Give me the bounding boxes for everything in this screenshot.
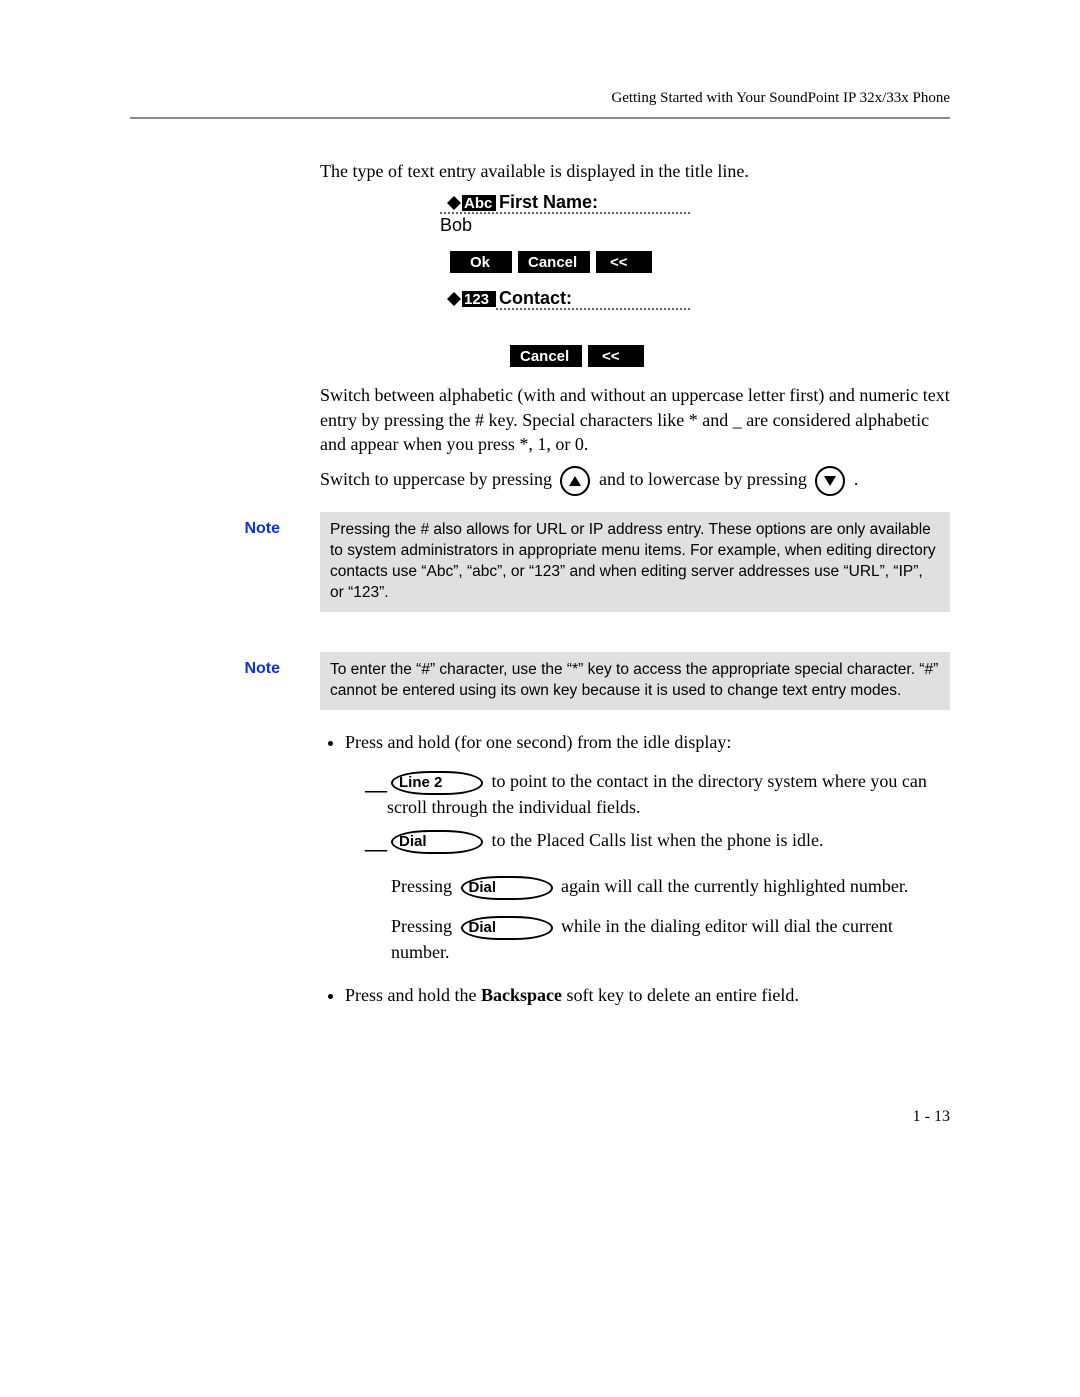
sp1-a: Pressing <box>391 876 457 896</box>
svg-text:Bob: Bob <box>440 215 472 235</box>
sub-item-2: — Dial to the Placed Calls list when the… <box>365 828 950 860</box>
svg-text:<<: << <box>602 348 620 365</box>
lcd-figure-2: 123 Contact: Cancel << <box>440 289 950 373</box>
note-1: Note Pressing the # also allows for URL … <box>130 512 950 612</box>
bullet-2: Press and hold the Backspace soft key to… <box>345 983 950 1008</box>
sp1-b: again will call the currently highlighte… <box>557 876 909 896</box>
svg-text:Ok: Ok <box>470 254 491 271</box>
txt-c: . <box>854 469 859 489</box>
sp2-a: Pressing <box>391 916 457 936</box>
dial-key: Dial <box>461 916 553 940</box>
svg-text:Cancel: Cancel <box>520 348 569 365</box>
dash-icon: — <box>365 769 387 801</box>
svg-text:Cancel: Cancel <box>528 254 577 271</box>
line2-key: Line 2 <box>391 771 483 795</box>
para-switch-text: Switch between alphabetic (with and with… <box>320 383 950 456</box>
svg-text:<<: << <box>610 254 628 271</box>
backspace-bold: Backspace <box>481 985 562 1005</box>
svg-text:Contact:: Contact: <box>499 289 572 308</box>
note-2: Note To enter the “#” character, use the… <box>130 652 950 710</box>
svg-text:Abc: Abc <box>464 195 492 212</box>
sub-para-2: Pressing Dial while in the dialing edito… <box>391 914 950 965</box>
note-body-2: To enter the “#” character, use the “*” … <box>320 652 950 710</box>
b2-b: soft key to delete an entire field. <box>562 985 799 1005</box>
b2-a: Press and hold the <box>345 985 481 1005</box>
lcd-figure-1: Abc First Name: Bob Ok Cancel << <box>440 193 950 279</box>
note-label: Note <box>130 512 320 538</box>
svg-text:123: 123 <box>464 291 489 308</box>
sub-para-1: Pressing Dial again will call the curren… <box>391 874 950 900</box>
down-arrow-icon <box>815 466 845 496</box>
para-intro: The type of text entry available is disp… <box>320 159 950 183</box>
sub-item-1: — Line 2 to point to the contact in the … <box>365 769 950 820</box>
txt-a: Switch to uppercase by pressing <box>320 469 556 489</box>
txt-b: and to lowercase by pressing <box>599 469 811 489</box>
dial-key: Dial <box>391 830 483 854</box>
dash-icon: — <box>365 828 387 860</box>
dial-key: Dial <box>461 876 553 900</box>
header-rule <box>130 117 950 119</box>
page-number: 1 - 13 <box>130 1108 950 1126</box>
para-case-switch: Switch to uppercase by pressing and to l… <box>320 466 950 496</box>
svg-text:First Name:: First Name: <box>499 193 598 212</box>
bullet-1: Press and hold (for one second) from the… <box>345 730 950 965</box>
note-body-1: Pressing the # also allows for URL or IP… <box>320 512 950 612</box>
bullet-1-text: Press and hold (for one second) from the… <box>345 732 731 752</box>
note-label: Note <box>130 652 320 678</box>
page-header: Getting Started with Your SoundPoint IP … <box>130 90 950 107</box>
up-arrow-icon <box>560 466 590 496</box>
sub2-text: to the Placed Calls list when the phone … <box>487 830 823 850</box>
bullet-list: Press and hold (for one second) from the… <box>320 730 950 1008</box>
